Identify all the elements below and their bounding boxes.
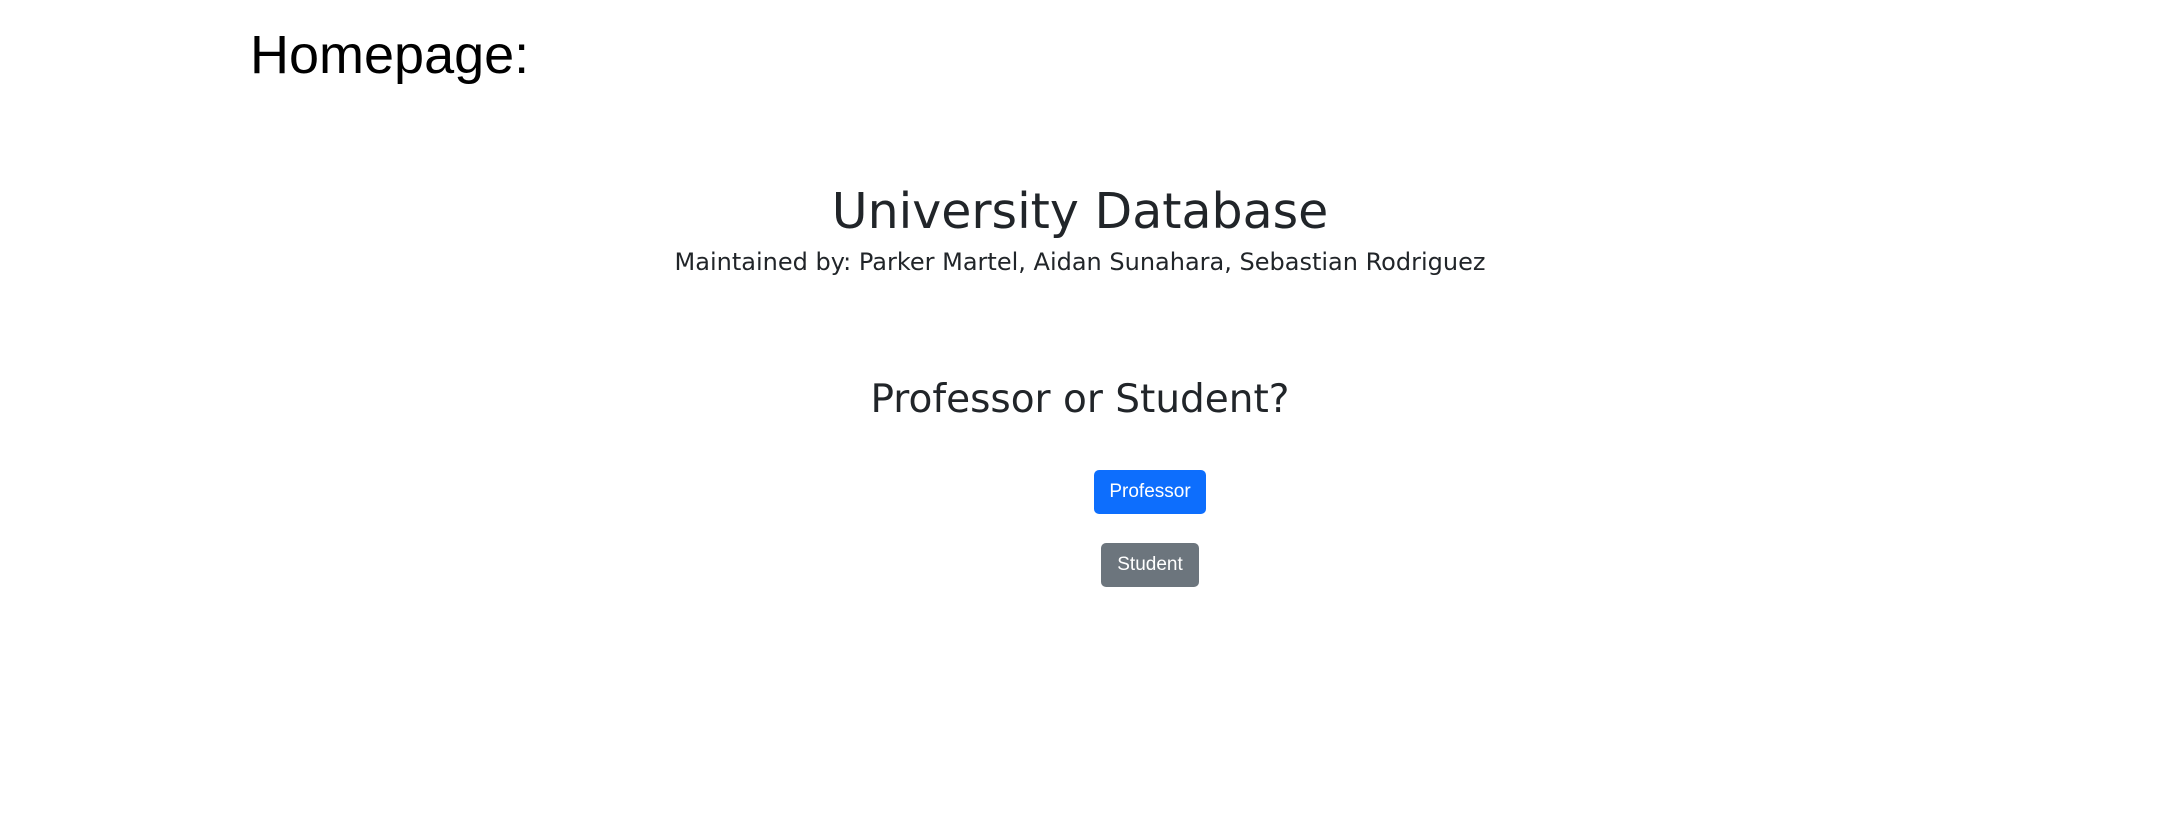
student-button[interactable]: Student bbox=[1101, 543, 1199, 587]
role-prompt: Professor or Student? bbox=[870, 377, 1290, 422]
maintainers-text: Maintained by: Parker Martel, Aidan Suna… bbox=[674, 248, 1486, 276]
page-title: University Database bbox=[831, 183, 1329, 240]
professor-button[interactable]: Professor bbox=[1094, 470, 1206, 514]
screenshot-caption: Homepage: bbox=[250, 25, 530, 85]
